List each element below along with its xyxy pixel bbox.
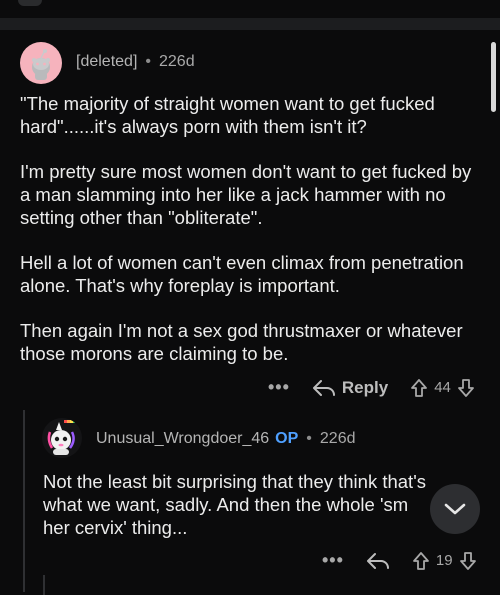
vote-count: 19: [435, 552, 453, 569]
previous-item-edge: [18, 0, 42, 6]
comment-body: Not the least bit surprising that they t…: [43, 470, 463, 539]
comment-paragraph: "The majority of straight women want to …: [20, 93, 435, 137]
thread-line[interactable]: [43, 575, 45, 595]
comment-paragraph: I'm pretty sure most women don't want to…: [20, 161, 472, 228]
reply-arrow-icon: [366, 552, 389, 569]
op-badge: OP: [275, 430, 299, 447]
vote-count: 44: [434, 379, 451, 396]
comment-line: Not the least bit surprising that they t…: [43, 471, 426, 492]
chevron-down-icon: [444, 503, 466, 515]
downvote-arrow-icon[interactable]: [457, 378, 475, 398]
vote-controls: 19: [412, 551, 477, 571]
reply-label: Reply: [341, 377, 389, 397]
unicorn-avatar-icon[interactable]: [42, 418, 82, 458]
snoo-avatar-icon[interactable]: [20, 42, 62, 84]
comment-actions: ••• Reply 44: [268, 377, 475, 398]
username[interactable]: Unusual_Wrongdoer_46: [96, 430, 269, 448]
more-options-button[interactable]: •••: [322, 550, 344, 571]
comment-meta: [deleted] • 226d: [76, 53, 195, 71]
downvote-arrow-icon[interactable]: [459, 551, 477, 571]
scrollbar[interactable]: [491, 42, 496, 112]
vote-controls: 44: [410, 378, 475, 398]
comment-age: 226d: [319, 430, 356, 447]
section-divider: [0, 18, 500, 30]
comment-actions: ••• 19: [322, 550, 477, 571]
comment-paragraph: Hell a lot of women can't even climax fr…: [20, 252, 464, 296]
more-options-button[interactable]: •••: [268, 377, 290, 398]
upvote-arrow-icon[interactable]: [412, 551, 430, 571]
comment-meta: Unusual_Wrongdoer_46 OP • 226d: [96, 430, 355, 448]
thread-line[interactable]: [23, 410, 25, 592]
separator-dot: •: [306, 430, 312, 447]
comment-age: 226d: [159, 53, 195, 70]
scroll-down-button[interactable]: [430, 484, 480, 534]
comment-paragraph: Then again I'm not a sex god thrustmaxer…: [20, 320, 463, 364]
separator-dot: •: [145, 53, 151, 70]
reply-button[interactable]: Reply: [312, 378, 388, 398]
comment-body: "The majority of straight women want to …: [20, 92, 480, 387]
comment-line: what we want, sadly. And then the whole …: [43, 494, 409, 515]
reply-button[interactable]: [366, 551, 390, 571]
comment-line: her cervix' thing...: [43, 517, 188, 538]
top-edge: [0, 0, 500, 18]
reply-arrow-icon: [312, 379, 335, 396]
upvote-arrow-icon[interactable]: [410, 378, 428, 398]
username[interactable]: [deleted]: [76, 53, 137, 71]
